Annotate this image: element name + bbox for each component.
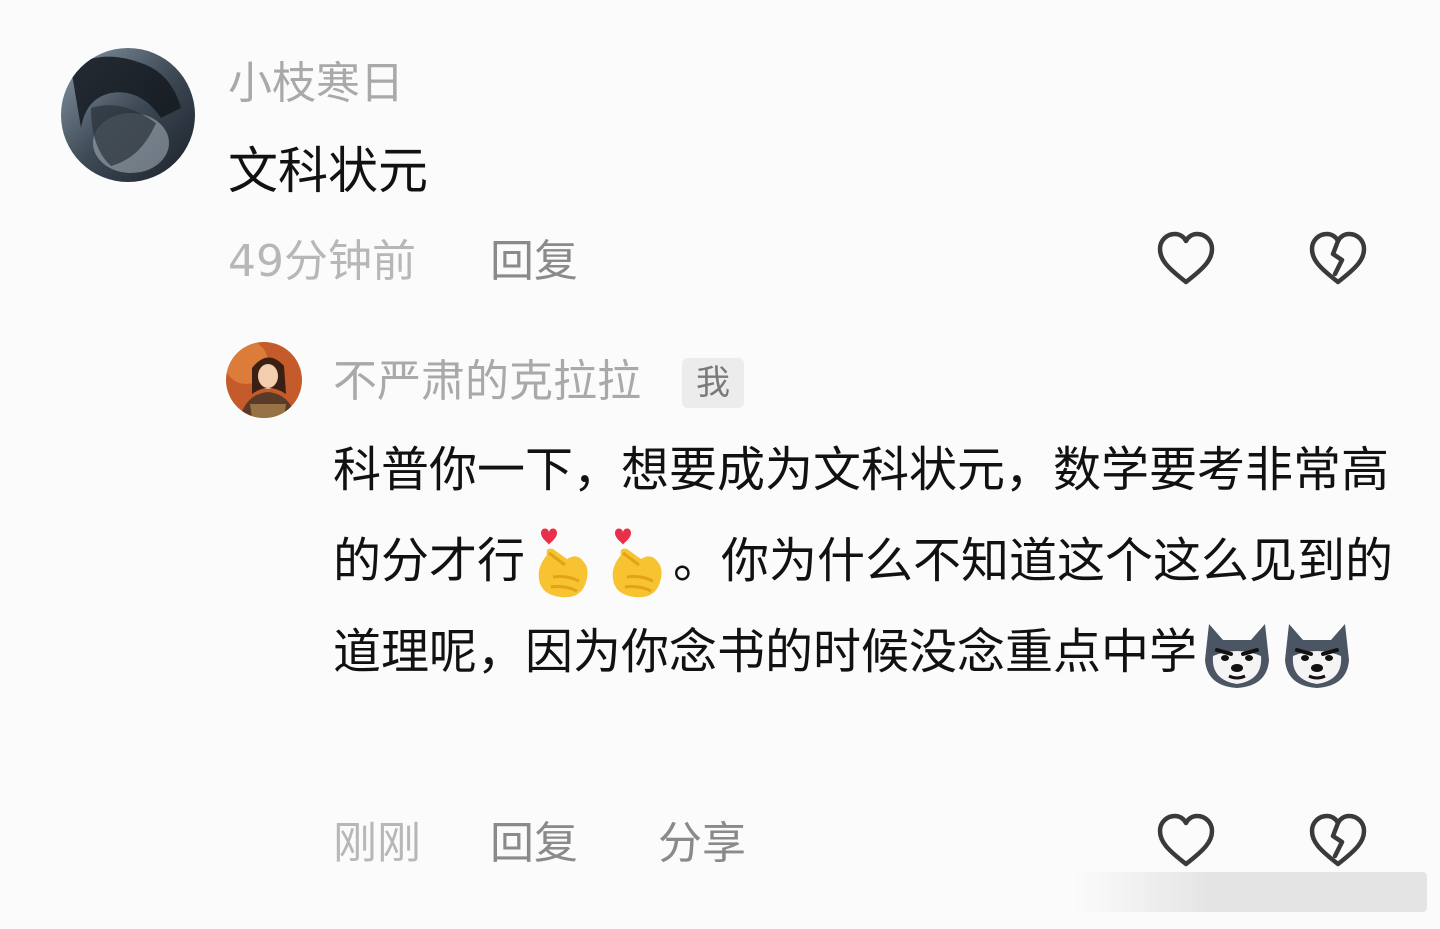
broken-heart-icon: [1309, 231, 1367, 285]
like-button[interactable]: [1156, 812, 1216, 872]
avatar[interactable]: [226, 342, 302, 418]
avatar[interactable]: [61, 48, 195, 182]
husky-dog-icon: [1199, 620, 1275, 690]
share-button[interactable]: 分享: [658, 822, 746, 866]
self-badge: 我: [682, 358, 744, 408]
like-button[interactable]: [1156, 230, 1216, 290]
broken-heart-icon: [1309, 813, 1367, 867]
watermark: [1075, 872, 1427, 912]
dislike-button[interactable]: [1308, 230, 1368, 290]
finger-heart-icon: [527, 525, 597, 603]
husky-dog-icon: [1279, 620, 1355, 690]
comment-text: 文科状元: [228, 142, 428, 200]
finger-heart-icon: [601, 525, 671, 603]
comment-timestamp: 49分钟前: [228, 236, 416, 287]
comment-username[interactable]: 小枝寒日: [228, 62, 404, 106]
reply-text: 科普你一下，想要成为文科状元，数学要考非常高的分才行 。你为什么不知道这个这么见…: [333, 425, 1413, 698]
heart-outline-icon: [1157, 231, 1215, 285]
reply-username[interactable]: 不严肃的克拉拉: [333, 360, 641, 404]
reply-button[interactable]: 回复: [490, 240, 578, 284]
dislike-button[interactable]: [1308, 812, 1368, 872]
reply-timestamp: 刚刚: [333, 818, 421, 869]
heart-outline-icon: [1157, 813, 1215, 867]
reply-button[interactable]: 回复: [490, 822, 578, 866]
